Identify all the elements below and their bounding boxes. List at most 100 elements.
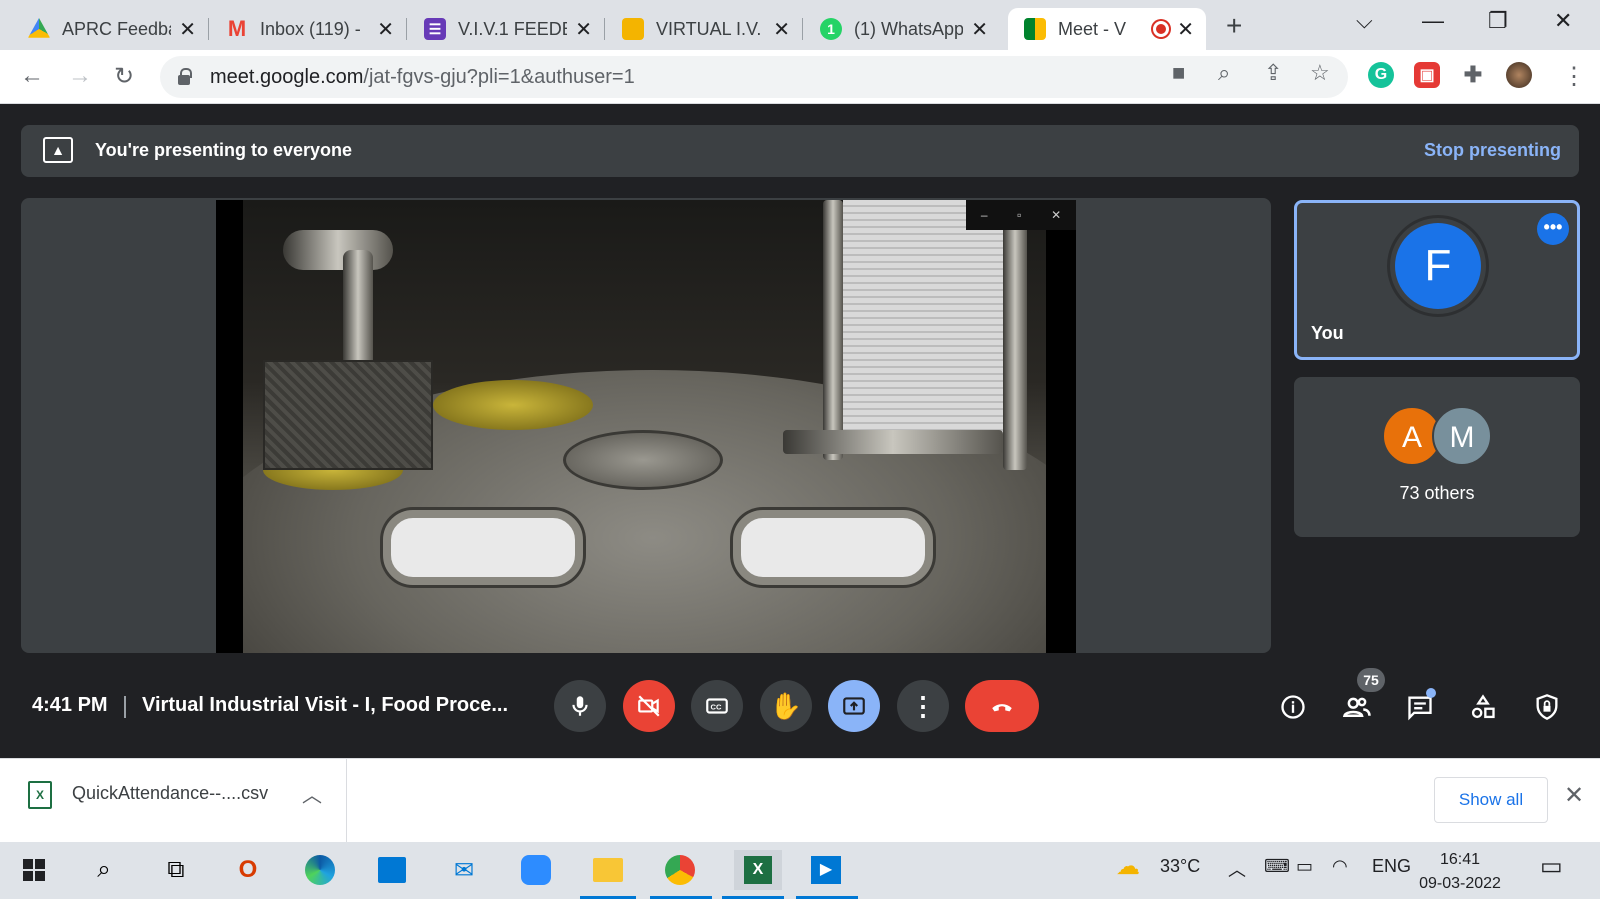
excel-icon[interactable]: X (734, 850, 782, 890)
captions-button[interactable]: CC (691, 680, 743, 732)
tab-search-icon[interactable]: ⌵ (1356, 8, 1373, 34)
machine-part (263, 360, 433, 470)
microphone-button[interactable] (554, 680, 606, 732)
csv-file-icon: X (28, 781, 52, 809)
profile-avatar[interactable] (1506, 62, 1532, 88)
machine-part (783, 430, 1003, 454)
divider (124, 696, 126, 718)
close-icon[interactable]: ✕ (1564, 781, 1584, 810)
presentation-stage: – ▫ ✕ (21, 198, 1271, 653)
windows-start-icon[interactable] (14, 850, 54, 890)
edge-browser-icon[interactable] (300, 850, 340, 890)
reload-icon[interactable]: ↻ (114, 62, 134, 91)
puzzle-extensions-icon[interactable]: ✚ (1460, 62, 1486, 88)
download-filename[interactable]: QuickAttendance--....csv (72, 783, 268, 804)
notifications-icon[interactable]: ▭ (1540, 852, 1563, 881)
camera-icon[interactable]: ■ (1172, 60, 1185, 86)
meeting-title[interactable]: Virtual Industrial Visit - I, Food Proce… (142, 694, 508, 717)
leave-call-button[interactable] (965, 680, 1039, 732)
tab-slides[interactable]: VIRTUAL I.V. - ✕ (606, 8, 803, 50)
close-icon[interactable]: ✕ (575, 17, 592, 42)
tab-whatsapp[interactable]: 1 (1) WhatsApp ✕ (804, 8, 1000, 50)
minimize-button[interactable]: — (1422, 8, 1444, 34)
chevron-up-icon[interactable]: ︿ (302, 779, 322, 808)
maximize-icon[interactable]: ▫ (1017, 208, 1021, 222)
weather-icon[interactable]: ☁ (1116, 852, 1140, 881)
restore-button[interactable]: ❐ (1488, 8, 1508, 34)
activities-icon[interactable] (1466, 690, 1500, 724)
others-tile[interactable]: A M 73 others (1294, 377, 1580, 537)
menu-icon[interactable]: ⋮ (1562, 62, 1586, 91)
system-clock[interactable]: 16:41 09-03-2022 (1410, 848, 1510, 896)
wifi-icon[interactable]: ◠ (1332, 856, 1348, 877)
avatar: F (1395, 223, 1481, 309)
media-player-icon[interactable]: ▶ (806, 850, 846, 890)
share-icon[interactable]: ⇪ (1264, 60, 1282, 86)
chevron-up-icon[interactable]: ︿ (1228, 856, 1246, 882)
hang-up-icon (992, 704, 1012, 712)
close-icon[interactable]: ✕ (773, 17, 790, 42)
presenting-banner: ▲ You're presenting to everyone Stop pre… (21, 125, 1579, 177)
more-options-icon[interactable]: ••• (1537, 213, 1569, 245)
mail-icon[interactable]: ✉ (444, 850, 484, 890)
show-all-button[interactable]: Show all (1434, 777, 1548, 823)
camera-off-button[interactable] (623, 680, 675, 732)
machine-part (283, 230, 393, 270)
recording-icon (1153, 21, 1170, 37)
host-controls-icon[interactable] (1530, 690, 1564, 724)
clock-date: 09-03-2022 (1419, 875, 1501, 892)
minimize-icon[interactable]: – (981, 208, 988, 222)
new-tab-button[interactable]: + (1226, 10, 1242, 42)
file-explorer-icon[interactable] (588, 850, 628, 890)
more-options-button[interactable]: ⋮ (897, 680, 949, 732)
battery-icon[interactable]: ▭ (1296, 856, 1313, 877)
close-icon[interactable]: ✕ (1051, 208, 1061, 222)
window-close-button[interactable]: ✕ (1554, 8, 1572, 34)
whatsapp-icon: 1 (820, 18, 842, 40)
address-bar[interactable]: meet.google.com/jat-fgvs-gju?pli=1&authu… (160, 56, 1348, 98)
url-text[interactable]: meet.google.com/jat-fgvs-gju?pli=1&authu… (210, 66, 635, 89)
office-icon[interactable]: O (228, 850, 268, 890)
language-indicator[interactable]: ENG (1372, 856, 1411, 877)
tab-title: Inbox (119) - (260, 18, 361, 39)
tab-title: Meet - V (1058, 18, 1127, 39)
bookmark-star-icon[interactable]: ☆ (1310, 60, 1330, 86)
close-icon[interactable]: ✕ (1177, 17, 1194, 42)
task-view-icon[interactable]: ⧉ (156, 850, 196, 890)
tab-forms[interactable]: ☰ V.I.V.1 FEEDB/ ✕ (408, 8, 605, 50)
tab-title: V.I.V.1 FEEDB/ (458, 18, 568, 39)
stop-presenting-button[interactable]: Stop presenting (1424, 140, 1561, 161)
google-meet-icon (1024, 18, 1046, 40)
device-icon[interactable]: ⌨ (1264, 856, 1290, 877)
close-icon[interactable]: ✕ (179, 17, 196, 42)
zoom-app-icon[interactable] (516, 850, 556, 890)
close-icon[interactable]: ✕ (377, 17, 394, 42)
people-icon[interactable] (1340, 690, 1374, 724)
captions-icon: CC (706, 698, 728, 714)
more-vert-icon: ⋮ (910, 690, 936, 721)
grammarly-extension-icon[interactable]: G (1368, 62, 1394, 88)
machine-part (823, 200, 843, 460)
present-now-button[interactable] (828, 680, 880, 732)
weather-temperature[interactable]: 33°C (1160, 856, 1200, 877)
self-tile[interactable]: F You ••• (1294, 200, 1580, 360)
tab-meet[interactable]: Meet - V ✕ (1008, 8, 1206, 50)
tab-gmail[interactable]: M Inbox (119) - ✕ (210, 8, 407, 50)
back-icon[interactable]: ← (20, 62, 44, 90)
browser-toolbar: ← → ↻ meet.google.com/jat-fgvs-gju?pli=1… (0, 50, 1600, 104)
forward-icon[interactable]: → (68, 62, 92, 90)
extension-icon[interactable]: ▣ (1414, 62, 1440, 88)
download-bar: X QuickAttendance--....csv ︿ Show all ✕ (0, 758, 1600, 843)
chat-notification-dot (1426, 688, 1436, 698)
zoom-icon[interactable]: ⌕ (1218, 60, 1230, 86)
close-icon[interactable]: ✕ (971, 17, 988, 42)
chrome-icon[interactable] (660, 850, 700, 890)
tab-aprc-feedback[interactable]: APRC Feedba ✕ (12, 8, 209, 50)
microsoft-store-icon[interactable] (372, 850, 412, 890)
search-icon[interactable]: ⌕ (84, 850, 124, 890)
meeting-details-icon[interactable] (1276, 690, 1310, 724)
windows-taskbar: ⌕ ⧉ O ✉ X ▶ ☁ 33°C ︿ ⌨ ▭ ◠ ENG 16:41 09-… (0, 842, 1600, 899)
google-slides-icon (622, 18, 644, 40)
clock-time: 16:41 (1439, 851, 1481, 868)
raise-hand-button[interactable]: ✋ (760, 680, 812, 732)
